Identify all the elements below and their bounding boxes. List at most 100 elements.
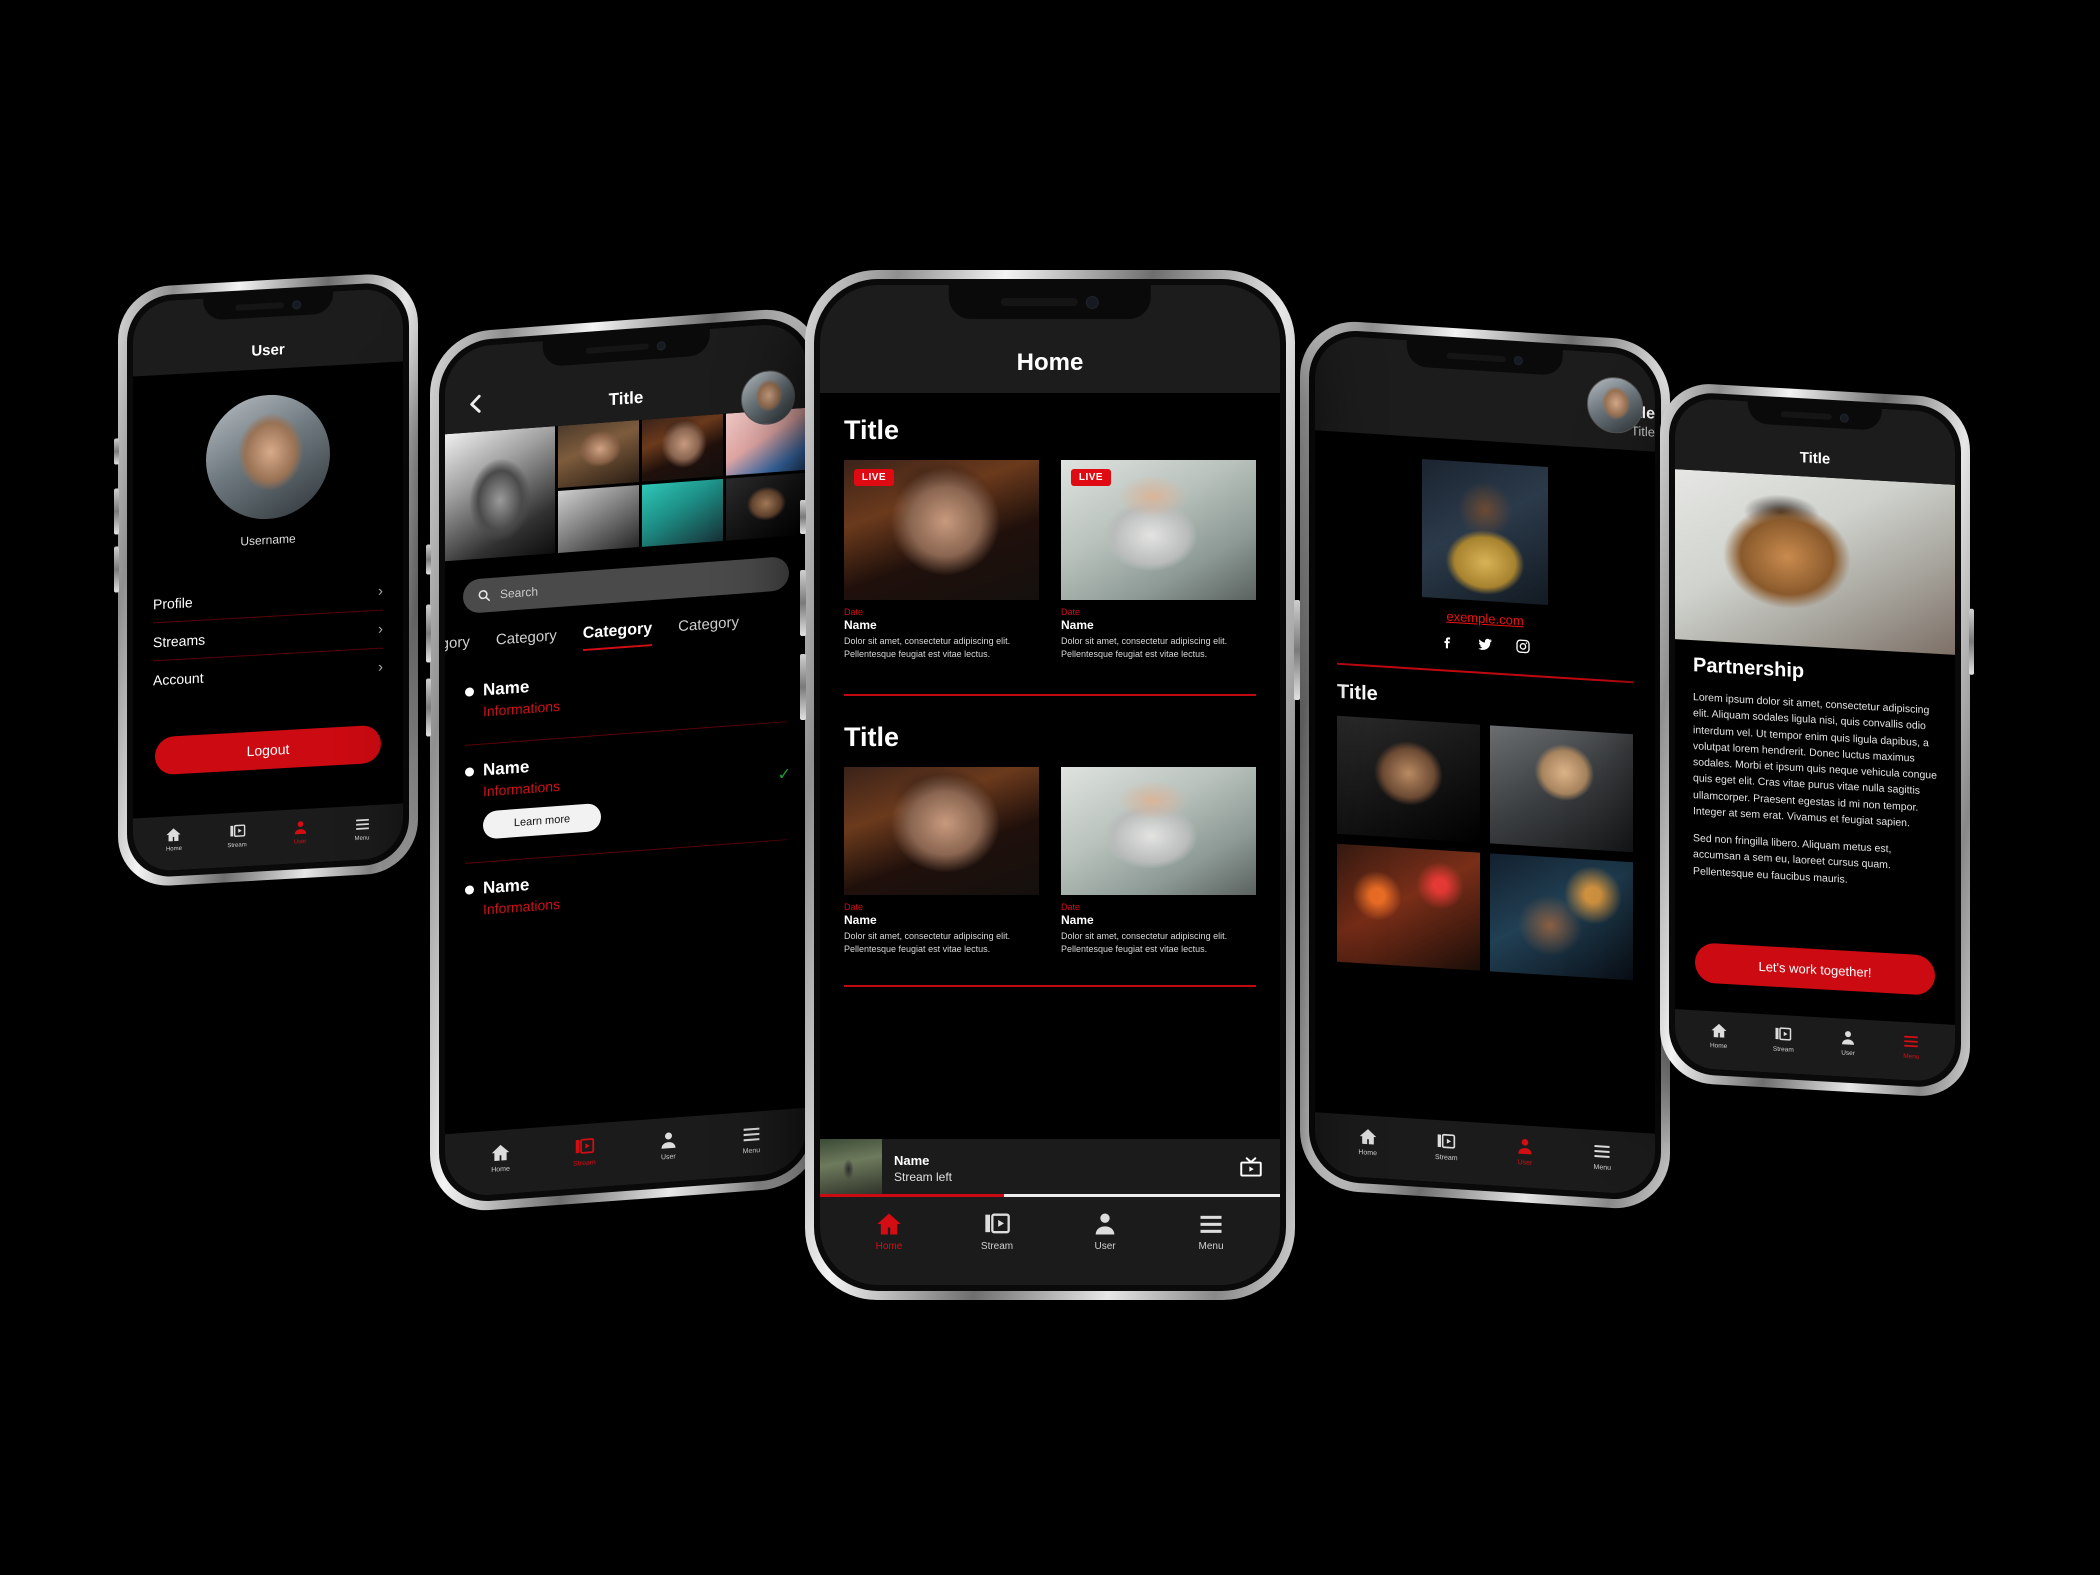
website-link[interactable]: exemple.com <box>1446 609 1523 629</box>
phone-partnership: Title Partnership Lorem ipsum dolor sit … <box>1660 381 1974 1099</box>
stream-card[interactable]: Date Name Dolor sit amet, consectetur ad… <box>1061 767 1256 955</box>
user-icon <box>1842 1031 1855 1045</box>
stream-card[interactable]: LIVE Date Name Dolor sit amet, consectet… <box>1061 460 1256 660</box>
photo-tile[interactable] <box>1490 725 1633 853</box>
photo-tile[interactable] <box>557 420 639 489</box>
cta-button[interactable]: Let's work together! <box>1695 942 1935 996</box>
side-button-power[interactable] <box>1969 608 1974 675</box>
stream-icon <box>575 1137 595 1154</box>
card-thumbnail[interactable]: LIVE <box>844 460 1039 600</box>
tv-cast-icon[interactable] <box>1238 1155 1264 1181</box>
tab-label: Stream <box>227 842 247 850</box>
card-thumbnail[interactable]: LIVE <box>1061 460 1256 600</box>
tab-menu[interactable]: Menu <box>741 1123 762 1156</box>
tab-menu[interactable]: Menu <box>354 815 371 842</box>
tab-stream[interactable]: Stream <box>981 1210 1013 1252</box>
stream-card[interactable]: Date Name Dolor sit amet, consectetur ad… <box>844 767 1039 955</box>
tab-label: Home <box>1709 1042 1728 1051</box>
photo-tile[interactable] <box>445 426 555 562</box>
logout-button[interactable]: Logout <box>155 724 381 776</box>
tab-user[interactable]: User <box>1515 1136 1535 1167</box>
list-item[interactable]: Name Informations <box>465 658 787 735</box>
tab-user[interactable]: User <box>1839 1028 1857 1057</box>
tab-menu[interactable]: Menu <box>1902 1032 1920 1061</box>
learn-more-button[interactable]: Learn more <box>483 802 601 840</box>
photo-tile[interactable] <box>557 485 639 554</box>
photo-tile[interactable] <box>1490 853 1633 981</box>
photo-tile[interactable] <box>1337 843 1480 971</box>
tab-stream[interactable]: Stream <box>1435 1131 1458 1162</box>
social-links[interactable] <box>1439 633 1531 655</box>
card-thumbnail[interactable] <box>1061 767 1256 896</box>
side-button-volume-up[interactable] <box>800 570 806 636</box>
twitter-icon[interactable] <box>1477 635 1493 652</box>
menu-icon <box>1594 1145 1610 1159</box>
side-button-volume-up[interactable] <box>426 604 431 663</box>
menu-item-label: Streams <box>153 631 206 650</box>
tab-label: Home <box>165 845 182 853</box>
photo-tile[interactable] <box>641 478 723 547</box>
list-item[interactable]: Name Informations Learn more ✓ <box>465 738 791 851</box>
photo-tile[interactable] <box>1337 715 1480 843</box>
phone-category: Title Search Category Category Category … <box>426 305 822 1215</box>
partnership-paragraph-2: Sed non fringilla libero. Aliquam metus … <box>1693 832 1892 886</box>
tab-user[interactable]: User <box>658 1129 679 1162</box>
avatar[interactable] <box>206 391 330 523</box>
tab-category-4[interactable]: Category <box>678 614 739 635</box>
card-description: Dolor sit amet, consectetur adipiscing e… <box>844 931 1011 954</box>
profile-photo[interactable] <box>1422 459 1548 605</box>
page-title: Home <box>1016 349 1084 376</box>
home-section-1: Title LIVE Date Name Dolor sit amet, con… <box>820 393 1280 697</box>
bottom-tabbar[interactable]: Home Stream User Menu <box>1675 1009 1955 1083</box>
chevron-left-icon[interactable] <box>463 390 489 423</box>
photo-tile[interactable] <box>641 413 723 482</box>
tab-menu[interactable]: Menu <box>1592 1141 1612 1172</box>
side-button-volume-up[interactable] <box>114 488 119 535</box>
live-badge: LIVE <box>1071 469 1111 486</box>
tab-category-3[interactable]: Category <box>582 620 653 652</box>
tab-home[interactable]: Home <box>490 1141 511 1174</box>
tab-label: User <box>1094 1241 1116 1252</box>
side-button-mute[interactable] <box>426 544 431 575</box>
tab-home[interactable]: Home <box>1358 1126 1378 1157</box>
card-date: Date <box>1061 607 1081 617</box>
photo-tile[interactable] <box>725 472 807 541</box>
tab-label: Menu <box>1198 1241 1224 1252</box>
tab-home[interactable]: Home <box>165 826 182 853</box>
tab-label: User <box>293 838 307 846</box>
side-button-volume-down[interactable] <box>114 546 119 593</box>
bottom-tabbar[interactable]: Home Stream User Menu <box>1315 1112 1655 1196</box>
chevron-right-icon: › <box>378 658 383 676</box>
side-button-mute[interactable] <box>800 500 806 534</box>
tab-user[interactable]: User <box>292 819 309 846</box>
tab-category-2[interactable]: Category <box>496 627 557 648</box>
side-button-mute[interactable] <box>114 438 119 465</box>
list-item[interactable]: Name Informations <box>465 856 787 919</box>
tab-menu[interactable]: Menu <box>1197 1210 1225 1252</box>
side-button-volume-down[interactable] <box>426 678 431 737</box>
tab-category-1[interactable]: Category <box>445 633 470 654</box>
card-name: Name <box>844 618 877 632</box>
instagram-icon[interactable] <box>1515 638 1531 655</box>
tab-home[interactable]: Home <box>1710 1021 1728 1050</box>
bottom-tabbar[interactable]: Home Stream User Menu <box>820 1197 1280 1285</box>
avatar[interactable] <box>1587 375 1643 435</box>
stream-card[interactable]: LIVE Date Name Dolor sit amet, consectet… <box>844 460 1039 660</box>
tab-home[interactable]: Home <box>875 1210 903 1252</box>
hero-image[interactable] <box>1675 469 1955 655</box>
card-description: Dolor sit amet, consectetur adipiscing e… <box>1061 931 1228 954</box>
tab-user[interactable]: User <box>1091 1210 1119 1252</box>
tab-label: Home <box>1358 1149 1378 1158</box>
side-button-power[interactable] <box>1294 600 1300 700</box>
phone-profile: Title Title exemple.com Title <box>1300 318 1674 1212</box>
tab-stream[interactable]: Stream <box>573 1135 596 1167</box>
side-button-volume-down[interactable] <box>800 654 806 720</box>
mini-player[interactable]: Name Stream left <box>820 1139 1280 1197</box>
photo-grid <box>445 407 807 562</box>
bottom-tabbar[interactable]: Home Stream User Menu <box>133 803 403 873</box>
tab-stream[interactable]: Stream <box>227 822 247 850</box>
tab-stream[interactable]: Stream <box>1773 1025 1794 1054</box>
facebook-icon[interactable] <box>1439 633 1455 650</box>
card-thumbnail[interactable] <box>844 767 1039 896</box>
bottom-tabbar[interactable]: Home Stream User Menu <box>445 1107 807 1199</box>
